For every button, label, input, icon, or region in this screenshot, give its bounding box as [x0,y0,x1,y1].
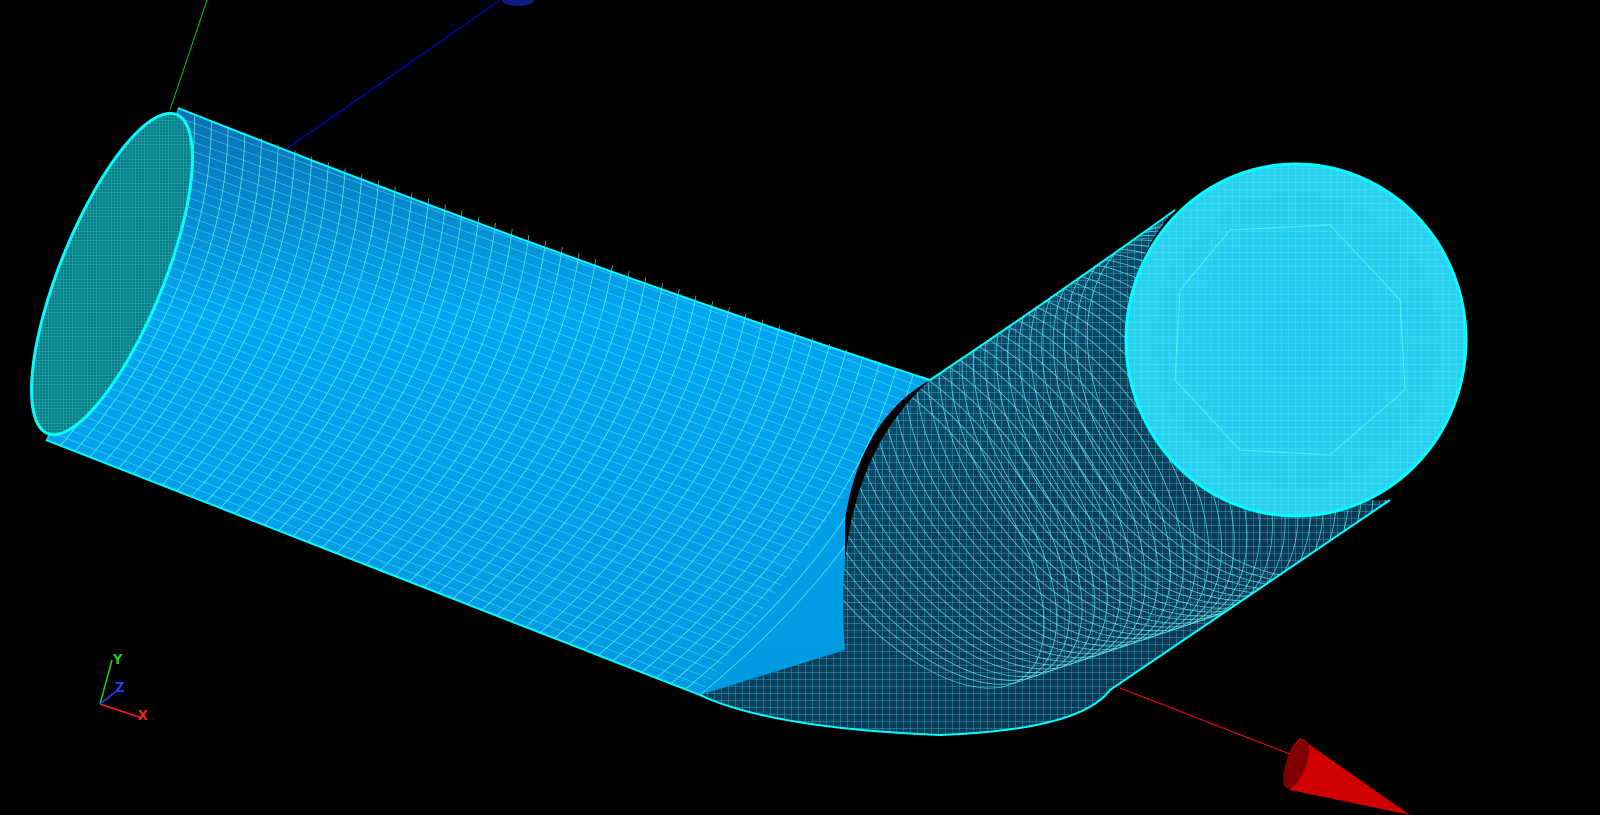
orientation-triad: X Y Z [99,653,148,724]
triad-x-axis [99,703,143,719]
triad-y-axis [99,659,113,705]
scene-y-axis-line [169,0,208,111]
scene-x-axis [1119,687,1410,815]
scene-x-axis-line [1119,687,1301,759]
pipe-mesh-model[interactable] [0,90,1480,760]
triad-z-label: Z [115,681,124,696]
triad-y-label: Y [112,653,123,668]
triad-x-label: X [138,709,148,724]
3d-viewport[interactable]: X Y Z [0,0,1600,815]
scene-z-axis-cone [502,0,534,6]
scene-canvas[interactable]: X Y Z [0,0,1600,815]
